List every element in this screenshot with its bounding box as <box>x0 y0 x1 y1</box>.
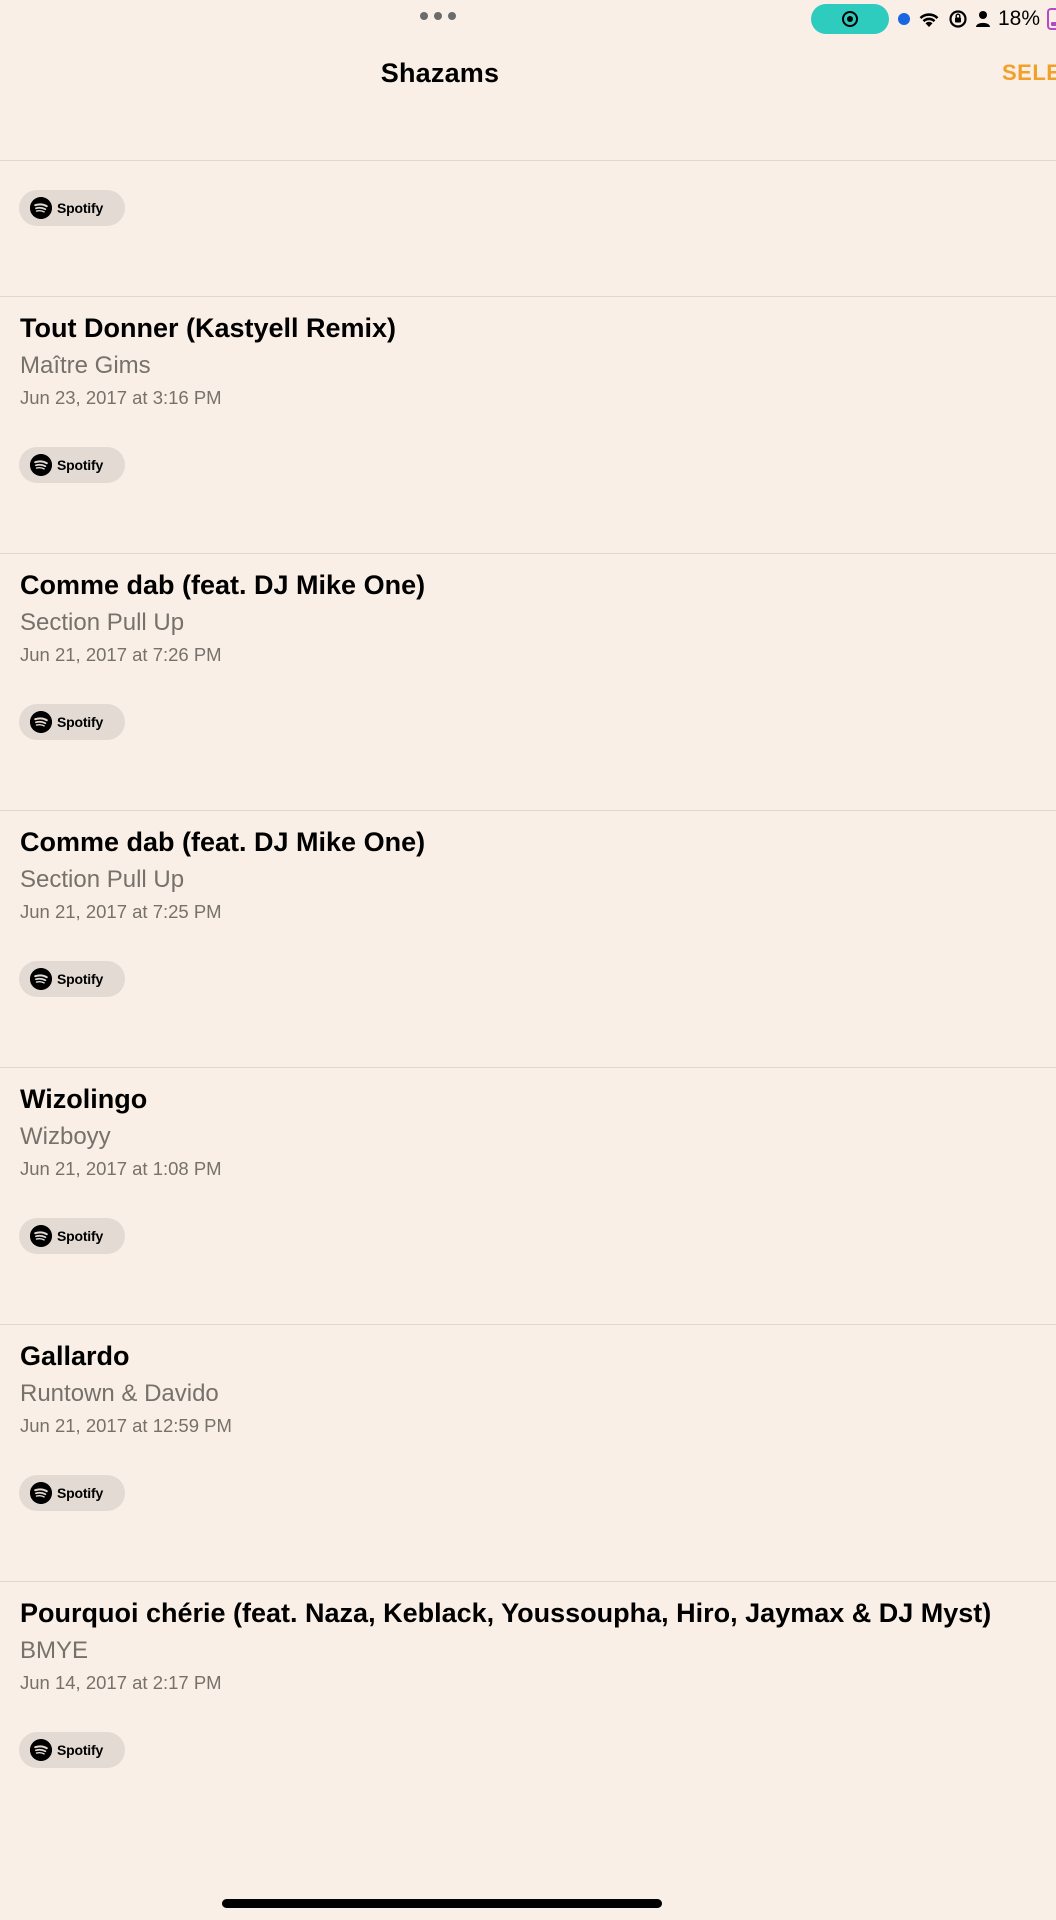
shazam-list[interactable]: Enfant de boss c'est boss Suspect 95 Jun… <box>0 161 1056 1920</box>
spotify-label: Spotify <box>57 457 104 473</box>
track-title: Comme dab (feat. DJ Mike One) <box>20 570 426 600</box>
home-indicator[interactable] <box>222 1899 662 1908</box>
spotify-icon <box>30 197 52 219</box>
track-artist: Wizboyy <box>20 1123 111 1150</box>
spotify-button[interactable]: Spotify <box>19 704 125 740</box>
spotify-icon <box>30 454 52 476</box>
spotify-button[interactable]: Spotify <box>19 190 125 226</box>
more-dots-icon[interactable] <box>420 12 456 20</box>
track-artist: Runtown & Davido <box>20 1380 219 1407</box>
person-icon <box>976 11 990 27</box>
spotify-icon <box>30 968 52 990</box>
spotify-button[interactable]: Spotify <box>19 1218 125 1254</box>
spotify-label: Spotify <box>57 1228 104 1244</box>
shazam-date: Jun 21, 2017 at 12:59 PM <box>20 1415 232 1436</box>
screen-record-icon[interactable] <box>811 4 889 34</box>
list-item[interactable]: Wizolingo Wizboyy Jun 21, 2017 at 1:08 P… <box>0 1067 1056 1324</box>
shazam-date: Jun 21, 2017 at 1:08 PM <box>20 1158 222 1179</box>
status-icons: 18% <box>898 6 1056 32</box>
orientation-lock-icon <box>949 10 967 28</box>
shazams-screen: 18% Shazams SELE Enfant de boss c'est bo… <box>0 0 1056 1920</box>
track-title: Tout Donner (Kastyell Remix) <box>20 313 397 343</box>
spotify-label: Spotify <box>57 1485 104 1501</box>
spotify-button[interactable]: Spotify <box>19 1475 125 1511</box>
track-title: Gallardo <box>20 1341 130 1371</box>
list-item[interactable]: Pourquoi chérie (feat. Naza, Keblack, Yo… <box>0 1581 1056 1838</box>
spotify-icon <box>30 1739 52 1761</box>
page-title: Shazams <box>380 58 500 88</box>
battery-percentage: 18% <box>998 7 1041 30</box>
shazam-date: Jun 21, 2017 at 7:26 PM <box>20 644 222 665</box>
track-title: Pourquoi chérie (feat. Naza, Keblack, Yo… <box>20 1598 992 1628</box>
track-artist: Section Pull Up <box>20 866 185 893</box>
track-artist: BMYE <box>20 1637 89 1664</box>
location-dot-icon <box>898 13 910 25</box>
select-button[interactable]: SELE <box>1002 60 1056 86</box>
track-title: Wizolingo <box>20 1084 148 1114</box>
list-item[interactable]: Comme dab (feat. DJ Mike One) Section Pu… <box>0 810 1056 1067</box>
list-item[interactable]: Gallardo Runtown & Davido Jun 21, 2017 a… <box>0 1324 1056 1581</box>
spotify-button[interactable]: Spotify <box>19 1732 125 1768</box>
spotify-icon <box>30 1482 52 1504</box>
spotify-label: Spotify <box>57 971 104 987</box>
nav-header: Shazams SELE <box>0 40 1056 161</box>
spotify-icon <box>30 1225 52 1247</box>
shazam-date: Jun 23, 2017 at 3:16 PM <box>20 387 222 408</box>
spotify-button[interactable]: Spotify <box>19 961 125 997</box>
spotify-button[interactable]: Spotify <box>19 447 125 483</box>
spotify-label: Spotify <box>57 714 104 730</box>
track-title: Comme dab (feat. DJ Mike One) <box>20 827 426 857</box>
wifi-icon <box>919 13 939 27</box>
shazam-date: Jun 21, 2017 at 7:25 PM <box>20 901 222 922</box>
list-item[interactable]: Tout Donner (Kastyell Remix) Maître Gims… <box>0 296 1056 553</box>
track-artist: Maître Gims <box>20 352 151 379</box>
list-item[interactable]: Comme dab (feat. DJ Mike One) Section Pu… <box>0 553 1056 810</box>
spotify-icon <box>30 711 52 733</box>
spotify-label: Spotify <box>57 200 104 216</box>
list-item[interactable]: Enfant de boss c'est boss Suspect 95 Jun… <box>0 161 1056 296</box>
shazam-date: Jun 14, 2017 at 2:17 PM <box>20 1672 222 1693</box>
spotify-label: Spotify <box>57 1742 104 1758</box>
battery-icon <box>1047 8 1056 30</box>
track-artist: Section Pull Up <box>20 609 185 636</box>
status-bar: 18% <box>0 0 1056 40</box>
